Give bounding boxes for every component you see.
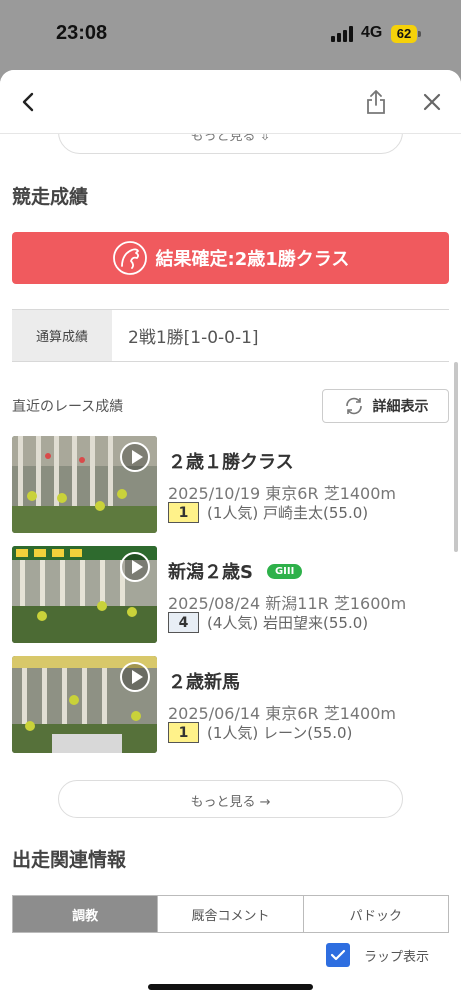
finish-position: 1: [168, 722, 199, 743]
play-icon[interactable]: [120, 552, 150, 582]
race-name-text: ２歳１勝クラス: [168, 452, 294, 473]
grade-badge: GIII: [266, 563, 303, 579]
race-video-thumbnail[interactable]: [12, 546, 157, 643]
top-bar: [0, 70, 461, 134]
detail-view-button[interactable]: 詳細表示: [322, 389, 449, 423]
tab-paddock[interactable]: パドック: [303, 896, 448, 932]
sheet: もっと見る ⇩ 競走成績 結果確定:2歳1勝クラス 通算成績 2戦1勝[1-0-…: [0, 70, 461, 1000]
play-icon[interactable]: [120, 662, 150, 692]
tab-training[interactable]: 調教: [13, 896, 159, 932]
race-name: 新潟２歳S GIII: [168, 558, 303, 584]
race-result-text: (4人気) 岩田望来(55.0): [207, 614, 369, 632]
race-info: 2025/06/14 東京6R 芝1400m: [168, 704, 396, 723]
battery-icon: 62: [391, 25, 417, 43]
career-record-value: 2戦1勝[1-0-0-1]: [128, 328, 259, 348]
status-bar: 23:08 4G 62: [0, 0, 461, 70]
race-video-thumbnail[interactable]: [12, 436, 157, 533]
race-result: 1 (1人気) 戸崎圭太(55.0): [168, 502, 368, 523]
race-result-text: (1人気) レーン(55.0): [207, 724, 353, 742]
tab-stable-comment[interactable]: 厩舎コメント: [158, 896, 304, 932]
lap-display-toggle[interactable]: ラップ表示: [326, 943, 429, 967]
detail-view-label: 詳細表示: [372, 399, 429, 415]
race-result: 4 (4人気) 岩田望来(55.0): [168, 612, 368, 633]
back-chevron-icon[interactable]: [14, 88, 42, 116]
home-indicator[interactable]: [148, 984, 313, 990]
race-item[interactable]: ２歳新馬 2025/06/14 東京6R 芝1400m 1 (1人気) レーン(…: [12, 656, 452, 754]
checkmark-icon[interactable]: [326, 943, 350, 967]
horse-logo-icon: [112, 241, 147, 275]
race-item[interactable]: 新潟２歳S GIII 2025/08/24 新潟11R 芝1600m 4 (4人…: [12, 546, 452, 644]
race-video-thumbnail[interactable]: [12, 656, 157, 753]
finish-position: 1: [168, 502, 199, 523]
race-info: 2025/10/19 東京6R 芝1400m: [168, 484, 396, 503]
status-time: 23:08: [56, 22, 108, 44]
battery-tip: [418, 31, 421, 37]
career-record-row: 通算成績 2戦1勝[1-0-0-1]: [12, 309, 449, 362]
race-name-text: ２歳新馬: [168, 672, 240, 693]
recent-races-label: 直近のレース成績: [12, 399, 124, 415]
share-icon[interactable]: [362, 86, 390, 118]
career-record-label: 通算成績: [12, 310, 112, 361]
race-item[interactable]: ２歳１勝クラス 2025/10/19 東京6R 芝1400m 1 (1人気) 戸…: [12, 436, 452, 534]
lap-display-label: ラップ表示: [364, 949, 430, 965]
section-title-results: 競走成績: [12, 186, 89, 208]
scrollbar[interactable]: [454, 362, 458, 552]
race-name-text: 新潟２歳S: [168, 562, 253, 583]
result-banner-text: 結果確定:2歳1勝クラス: [155, 249, 350, 270]
race-name: ２歳新馬: [168, 668, 240, 694]
result-banner: 結果確定:2歳1勝クラス: [12, 232, 449, 284]
race-name: ２歳１勝クラス: [168, 448, 294, 474]
related-info-tabs: 調教 厩舎コメント パドック: [12, 895, 449, 933]
close-icon[interactable]: [418, 88, 446, 116]
more-button-bottom[interactable]: もっと見る →: [58, 780, 403, 818]
finish-position: 4: [168, 612, 199, 633]
refresh-icon: [345, 397, 362, 415]
network-type: 4G: [361, 24, 383, 41]
signal-icon: [331, 26, 355, 42]
race-result-text: (1人気) 戸崎圭太(55.0): [207, 504, 369, 522]
section-title-related: 出走関連情報: [12, 849, 127, 871]
play-icon[interactable]: [120, 442, 150, 472]
race-info: 2025/08/24 新潟11R 芝1600m: [168, 594, 407, 613]
race-result: 1 (1人気) レーン(55.0): [168, 722, 352, 743]
